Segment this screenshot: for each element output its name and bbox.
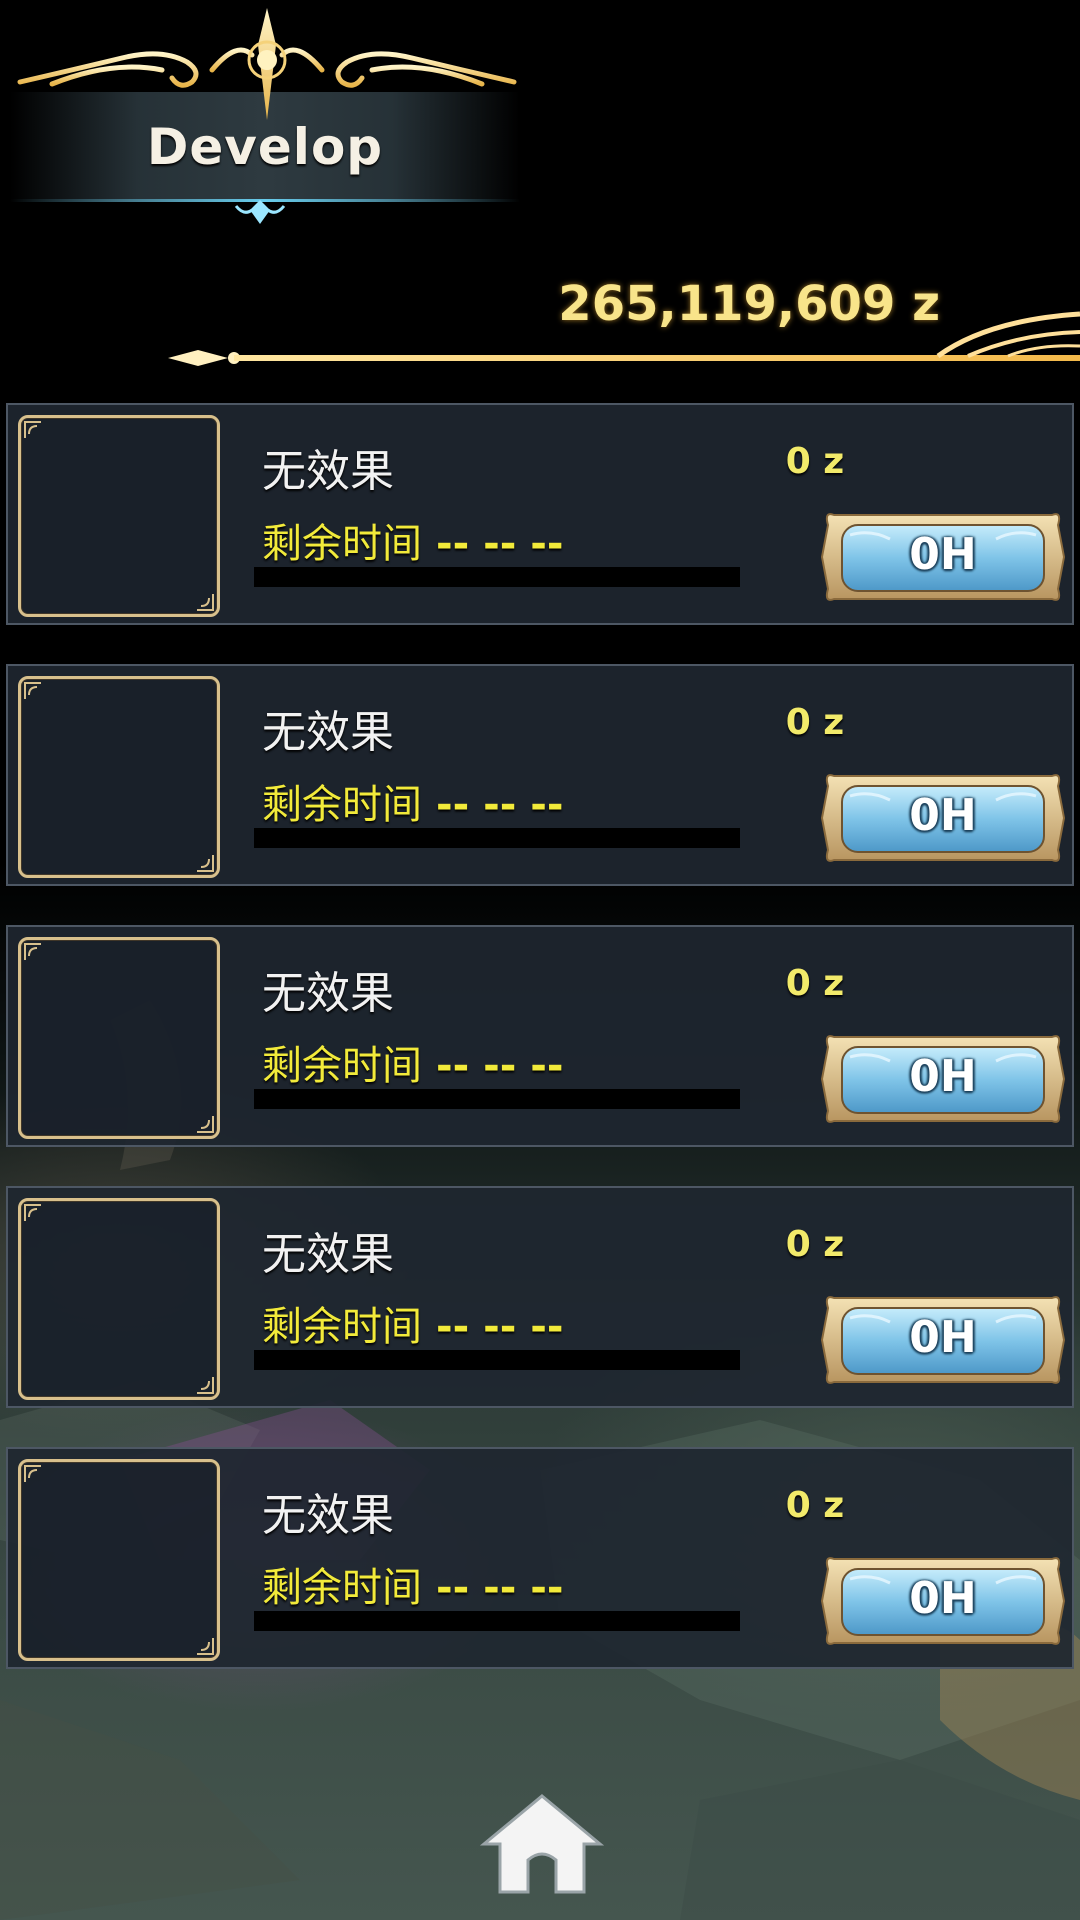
effect-label: 无效果 (262, 446, 394, 497)
corner-ornament-icon (197, 855, 214, 872)
remaining-time-label: 剩余时间 (262, 782, 422, 828)
speedup-button[interactable]: 0H (820, 505, 1066, 609)
title-ornament-icon (17, 8, 517, 120)
remaining-time: 剩余时间 -- -- -- (262, 1033, 563, 1091)
effect-label: 无效果 (262, 1490, 394, 1541)
cost-label: 0 z (785, 963, 845, 1004)
cost-label: 0 z (785, 1224, 845, 1265)
remaining-time-label: 剩余时间 (262, 521, 422, 567)
item-slot[interactable] (18, 1198, 220, 1400)
speedup-button-label: 0H (909, 790, 977, 841)
corner-ornament-icon (197, 1377, 214, 1394)
corner-ornament-icon (24, 1465, 41, 1482)
home-button[interactable] (479, 1790, 605, 1900)
develop-slot-row-3: 无效果 剩余时间 -- -- -- 0 z 0H (6, 925, 1074, 1147)
speedup-button[interactable]: 0H (820, 766, 1066, 870)
develop-slot-row-2: 无效果 剩余时间 -- -- -- 0 z 0H (6, 664, 1074, 886)
speedup-button-label: 0H (909, 1312, 977, 1363)
remaining-time-value: -- -- -- (436, 1304, 564, 1350)
effect-label: 无效果 (262, 968, 394, 1019)
item-slot[interactable] (18, 1459, 220, 1661)
cost-label: 0 z (785, 441, 845, 482)
corner-ornament-icon (24, 1204, 41, 1221)
corner-ornament-icon (24, 421, 41, 438)
speedup-button[interactable]: 0H (820, 1027, 1066, 1131)
speedup-button-label: 0H (909, 529, 977, 580)
progress-bar (254, 1350, 740, 1370)
corner-ornament-icon (197, 594, 214, 611)
cost-label: 0 z (785, 1485, 845, 1526)
remaining-time: 剩余时间 -- -- -- (262, 1294, 563, 1352)
progress-bar (254, 1089, 740, 1109)
speedup-button-label: 0H (909, 1051, 977, 1102)
progress-bar (254, 1611, 740, 1631)
corner-ornament-icon (24, 943, 41, 960)
remaining-time-value: -- -- -- (436, 1565, 564, 1611)
remaining-time-label: 剩余时间 (262, 1304, 422, 1350)
game-screen: Develop 265,119,609 z 无效果 剩余时间 -- -- -- … (0, 0, 1080, 1920)
currency-divider (168, 311, 1080, 366)
home-icon (479, 1794, 605, 1894)
item-slot[interactable] (18, 415, 220, 617)
develop-slot-row-5: 无效果 剩余时间 -- -- -- 0 z 0H (6, 1447, 1074, 1669)
effect-label: 无效果 (262, 1229, 394, 1280)
effect-label: 无效果 (262, 707, 394, 758)
remaining-time-label: 剩余时间 (262, 1043, 422, 1089)
item-slot[interactable] (18, 937, 220, 1139)
item-slot[interactable] (18, 676, 220, 878)
remaining-time: 剩余时间 -- -- -- (262, 511, 563, 569)
remaining-time-value: -- -- -- (436, 782, 564, 828)
remaining-time-value: -- -- -- (436, 1043, 564, 1089)
develop-slot-row-4: 无效果 剩余时间 -- -- -- 0 z 0H (6, 1186, 1074, 1408)
speedup-button[interactable]: 0H (820, 1288, 1066, 1392)
remaining-time: 剩余时间 -- -- -- (262, 1555, 563, 1613)
corner-ornament-icon (197, 1638, 214, 1655)
progress-bar (254, 828, 740, 848)
gem-ornament-icon (234, 200, 286, 224)
corner-ornament-icon (197, 1116, 214, 1133)
corner-ornament-icon (24, 682, 41, 699)
speedup-button-label: 0H (909, 1573, 977, 1624)
cost-label: 0 z (785, 702, 845, 743)
remaining-time: 剩余时间 -- -- -- (262, 772, 563, 830)
progress-bar (254, 567, 740, 587)
remaining-time-value: -- -- -- (436, 521, 564, 567)
develop-slot-row-1: 无效果 剩余时间 -- -- -- 0 z 0H (6, 403, 1074, 625)
page-title: Develop (146, 118, 384, 176)
remaining-time-label: 剩余时间 (262, 1565, 422, 1611)
speedup-button[interactable]: 0H (820, 1549, 1066, 1653)
